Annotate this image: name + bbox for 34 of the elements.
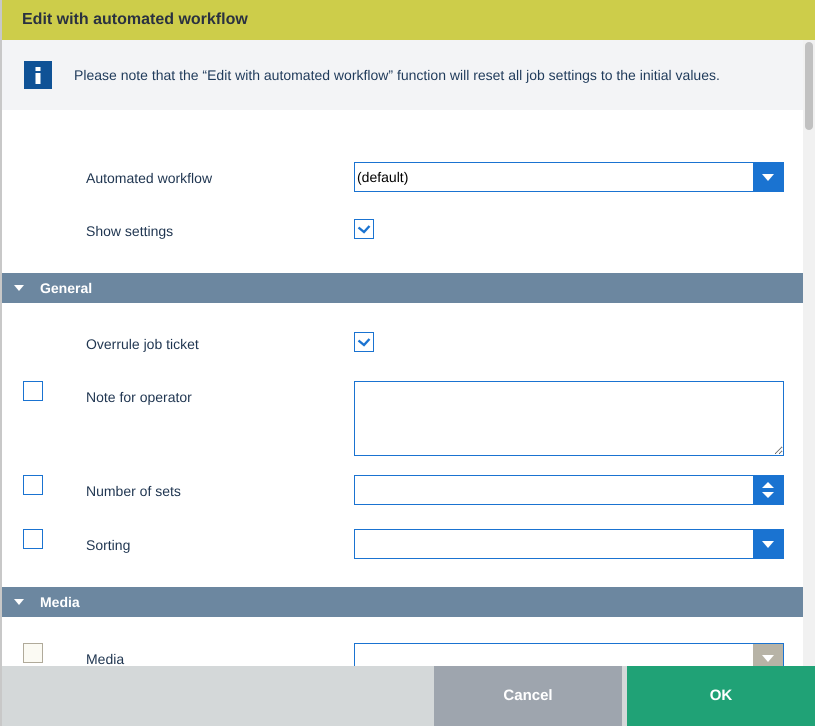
check-icon [357,337,371,347]
number-field[interactable] [354,475,784,505]
check-icon [357,224,371,234]
section-header[interactable]: Media [2,587,803,617]
include-checkbox[interactable] [23,475,43,495]
field-label: Media [86,650,126,666]
checkbox[interactable] [354,219,374,239]
text-area[interactable] [354,381,784,456]
include-checkbox[interactable] [23,381,43,401]
ok-button[interactable]: OK [627,666,815,726]
dropdown-arrow-icon [762,174,774,180]
dropdown-arrow-icon [762,540,774,548]
cancel-button[interactable]: Cancel [434,666,622,726]
info-icon [24,61,52,89]
section-title: Media [40,592,80,612]
checkbox[interactable] [354,332,374,352]
spinner-arrows-icon[interactable] [761,480,775,500]
dropdown[interactable]: (default) [354,162,784,192]
collapse-arrow-icon [14,599,24,605]
dropdown-arrow-icon [762,654,774,662]
field-label: Automated workflow [86,169,214,188]
field-label: Sorting [86,536,132,555]
field-label: Overrule job ticket [86,335,200,354]
dialog-title: Edit with automated workflow [22,10,248,30]
field-label: Number of sets [86,482,182,501]
section-title: General [40,278,92,298]
field-label: Show settings [86,222,174,241]
scrollbar[interactable] [803,40,815,666]
dropdown[interactable] [354,529,784,559]
include-checkbox[interactable] [23,529,43,549]
notice-text: Please note that the “Edit with automated workflow” function will reset all job settings to the initial values. [74,66,720,85]
section-header[interactable]: General [2,273,803,303]
collapse-arrow-icon [14,285,24,291]
field-label: Note for operator [86,388,193,407]
